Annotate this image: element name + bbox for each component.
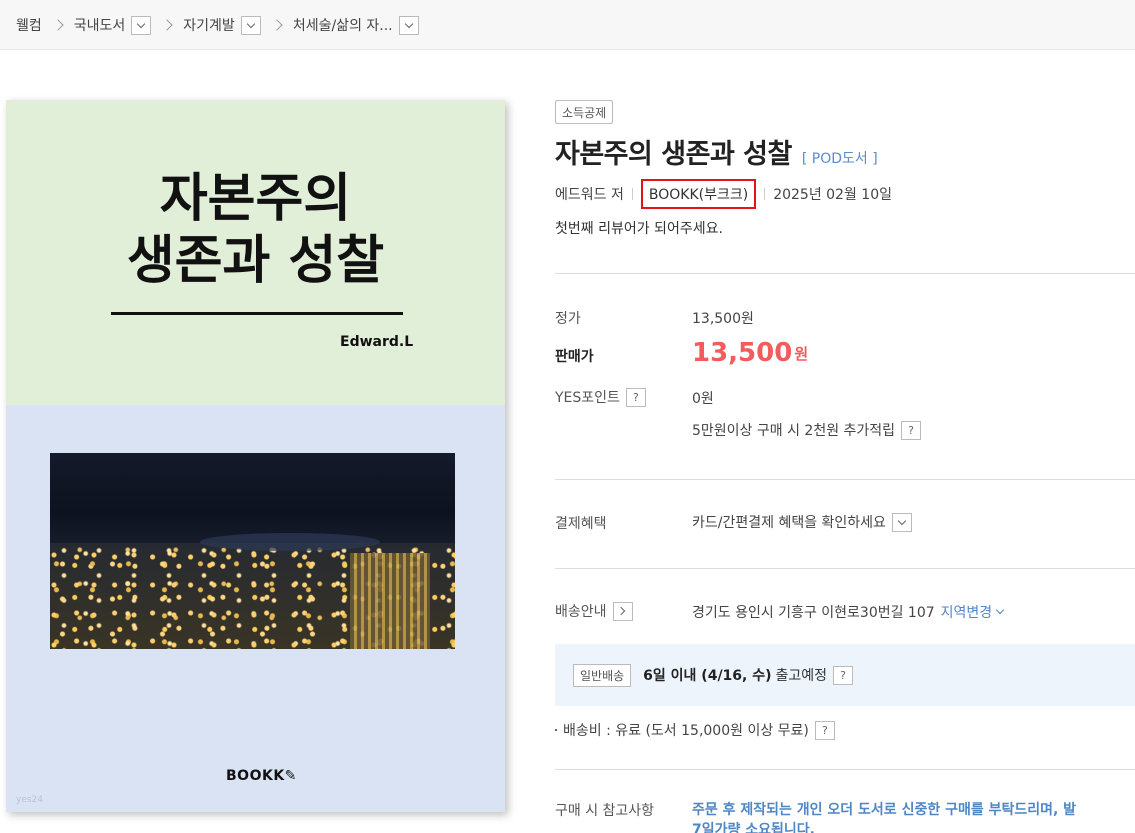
- breadcrumb-dropdown-button[interactable]: [131, 15, 152, 35]
- breadcrumb-dropdown-button[interactable]: [398, 15, 419, 35]
- building: [350, 553, 430, 649]
- breadcrumb-dropdown-button[interactable]: [240, 15, 261, 35]
- shipping-eta-date: 6일 이내 (4/16, 수): [643, 668, 772, 684]
- help-button[interactable]: ?: [901, 420, 922, 440]
- divider: [555, 479, 1135, 480]
- sale-price-value: 13,500: [692, 338, 793, 368]
- divider: [764, 188, 766, 200]
- yes-point-label-text: YES포인트: [555, 390, 620, 406]
- cover-title-line: 자본주의: [159, 169, 352, 229]
- payment-benefit-label: 결제혜택: [555, 516, 607, 532]
- divider: [555, 769, 1135, 770]
- chevron-down-icon: [246, 19, 256, 28]
- shipping-eta: 6일 이내 (4/16, 수) 출고예정 ?: [643, 665, 854, 685]
- shipping-address: 경기도 용인시 기흥구 이현로30번길 107 지역변경: [692, 602, 1005, 622]
- cover-title-line: 생존과 성찰: [126, 231, 385, 291]
- cover-title: 자본주의 생존과 성찰: [6, 168, 505, 292]
- help-button[interactable]: ?: [833, 665, 854, 685]
- cover-author: Edward.L: [340, 334, 414, 350]
- breadcrumb-label[interactable]: 자기계발: [183, 15, 235, 35]
- tax-deduction-badge: 소득공제: [555, 100, 614, 124]
- chevron-down-icon: [137, 19, 146, 28]
- pencil-icon: ✎: [284, 768, 297, 784]
- book-cover-image[interactable]: 자본주의 생존과 성찰 Edward.L BOOKK✎ yes24: [6, 100, 505, 812]
- notice-line: 주문 후 제작되는 개인 오더 도서로 신중한 구매를 부탁드리며, 발: [692, 802, 1077, 818]
- breadcrumb-item-life-wisdom[interactable]: 처세술/삶의 자...: [293, 15, 419, 35]
- divider: [631, 188, 633, 200]
- breadcrumb-item-self-development[interactable]: 자기계발: [183, 15, 261, 35]
- point-extra-text: 5만원이상 구매 시 2천원 추가적립: [692, 423, 896, 439]
- shipping-eta-text: 출고예정: [775, 668, 828, 684]
- shipping-fee: 배송비 : 유료 (도서 15,000원 이상 무료) ?: [555, 720, 835, 740]
- chevron-down-icon: [897, 516, 907, 525]
- first-review-link[interactable]: 첫번째 리뷰어가 되어주세요.: [555, 218, 723, 238]
- payment-benefit-text[interactable]: 카드/간편결제 혜택을 확인하세요: [692, 512, 886, 532]
- breadcrumb-label[interactable]: 국내도서: [74, 15, 126, 35]
- chevron-right-icon: [52, 19, 64, 31]
- cover-night-city-photo: [50, 453, 455, 649]
- title-row: 자본주의 생존과 성찰 [ POD도서 ]: [555, 132, 878, 171]
- breadcrumb-item-home[interactable]: 웰컴: [16, 15, 42, 35]
- chevron-right-icon: [616, 606, 626, 616]
- point-extra: 5만원이상 구매 시 2천원 추가적립 ?: [692, 420, 922, 440]
- region-change-link[interactable]: 지역변경: [941, 602, 1005, 622]
- sale-price: 13,500 원: [692, 338, 808, 368]
- chevron-right-icon: [161, 19, 173, 31]
- divider: [555, 568, 1135, 569]
- breadcrumb-item-domestic-books[interactable]: 국내도서: [74, 15, 152, 35]
- river: [200, 533, 380, 551]
- publish-date: 2025년 02월 10일: [773, 187, 892, 203]
- publisher-link[interactable]: BOOKK(부크크): [640, 179, 757, 209]
- list-price-label: 정가: [555, 311, 581, 327]
- chevron-down-icon: [404, 19, 413, 28]
- cover-watermark: yes24: [16, 795, 44, 805]
- yes-point-label: YES포인트 ?: [555, 387, 646, 407]
- divider: [555, 273, 1135, 274]
- sale-price-unit: 원: [794, 344, 809, 363]
- notice-line: 7일가량 소요됩니다.: [692, 822, 815, 833]
- breadcrumb: 웰컴 국내도서 자기계발 처세술/삶의 자...: [16, 0, 419, 50]
- help-button[interactable]: ?: [625, 387, 646, 407]
- standard-shipping-badge: 일반배송: [573, 663, 632, 687]
- chevron-down-icon: [995, 605, 1005, 615]
- payment-benefit[interactable]: 카드/간편결제 혜택을 확인하세요: [692, 512, 912, 532]
- breadcrumb-label[interactable]: 웰컴: [16, 15, 42, 35]
- list-price-value: 13,500원: [692, 311, 754, 327]
- breadcrumb-label[interactable]: 처세술/삶의 자...: [293, 15, 393, 35]
- shipping-eta-box: 일반배송 6일 이내 (4/16, 수) 출고예정 ?: [555, 644, 1135, 706]
- shipping-info-label: 배송안내: [555, 601, 633, 621]
- purchase-notice-text: 주문 후 제작되는 개인 오더 도서로 신중한 구매를 부탁드리며, 발 7일가…: [692, 800, 1135, 833]
- help-button[interactable]: ?: [814, 720, 835, 740]
- expand-button[interactable]: [891, 512, 912, 532]
- yes-point-value: 0원: [692, 391, 714, 407]
- purchase-notice-label: 구매 시 참고사항: [555, 803, 655, 819]
- breadcrumb-bar: 웰컴 국내도서 자기계발 처세술/삶의 자...: [0, 0, 1135, 50]
- cover-publisher-logo: BOOKK✎: [226, 768, 297, 784]
- logo-text: BOOKK: [226, 768, 285, 784]
- shipping-fee-text: 배송비 : 유료 (도서 15,000원 이상 무료): [563, 723, 809, 739]
- shipping-address-text: 경기도 용인시 기흥구 이현로30번길 107: [692, 605, 935, 621]
- shipping-info-button[interactable]: [612, 601, 633, 621]
- pod-tag: [ POD도서 ]: [801, 151, 878, 167]
- bullet: [555, 729, 557, 731]
- cover-divider: [111, 312, 403, 315]
- shipping-info-label-text: 배송안내: [555, 604, 607, 620]
- author-link[interactable]: 에드워드 저: [555, 184, 624, 204]
- chevron-right-icon: [271, 19, 283, 31]
- region-change-text[interactable]: 지역변경: [941, 602, 993, 622]
- book-title: 자본주의 생존과 성찰: [555, 139, 792, 170]
- meta-row: 에드워드 저 BOOKK(부크크) 2025년 02월 10일: [555, 179, 892, 209]
- sale-price-label: 판매가: [555, 349, 594, 365]
